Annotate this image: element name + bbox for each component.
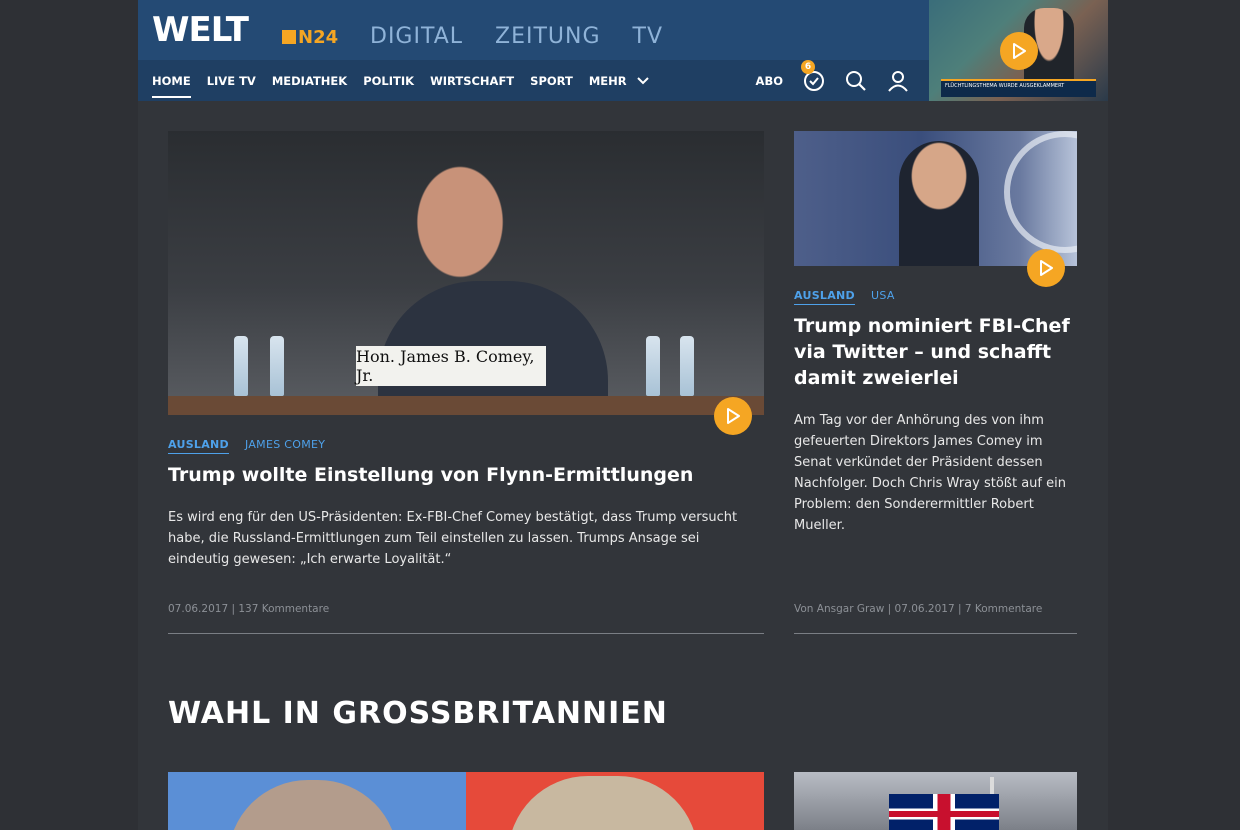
article-headline[interactable]: Trump wollte Einstellung von Flynn-Ermit… [168,462,764,488]
image-table [168,396,764,415]
n24-logo-square [282,30,296,44]
notification-badge: 6 [801,60,815,74]
article-image-may-corbyn[interactable] [168,772,764,830]
nav-live-tv[interactable]: LIVE TV [207,70,256,92]
play-icon [1013,43,1026,59]
article-meta: Von Ansgar Graw | 07.06.2017 | 7 Komment… [794,603,1043,615]
article-divider [794,633,1077,634]
nav-mediathek[interactable]: MEDIATHEK [272,70,347,92]
section-title[interactable]: WAHL IN GROSSBRITANNIEN [168,696,668,731]
n24-logo-text: N24 [298,26,339,48]
live-tv-ticker: FLÜCHTLINGSTHEMA WURDE AUSGEKLAMMERT [941,79,1096,97]
history-button[interactable]: 6 [801,60,825,92]
article-headline[interactable]: Trump nominiert FBI-Chef via Twitter – u… [794,313,1077,391]
article-image-comey[interactable]: Hon. James B. Comey, Jr. [168,131,764,415]
nav-wirtschaft[interactable]: WIRTSCHAFT [430,70,514,92]
image-bottle [680,336,694,396]
chevron-down-icon [636,77,649,85]
article-teaser[interactable]: Es wird eng für den US-Präsidenten: Ex-F… [168,507,764,570]
article-divider [168,633,764,634]
article-teaser[interactable]: Am Tag vor der Anhörung des von ihm gefe… [794,410,1077,536]
article-meta: 07.06.2017 | 137 Kommentare [168,603,330,615]
welt-logo[interactable]: WELT [152,10,249,50]
article-image-wray[interactable] [794,131,1077,266]
n24-logo[interactable]: N24 [282,26,339,48]
sub-brand-tv[interactable]: TV [633,24,664,49]
sub-brand-links: DIGITAL ZEITUNG TV [370,24,663,49]
live-tv-ticker-text: FLÜCHTLINGSTHEMA WURDE AUSGEKLAMMERT [945,83,1065,89]
live-tv-thumbnail[interactable]: FLÜCHTLINGSTHEMA WURDE AUSGEKLAMMERT [929,0,1108,101]
image-bottle [270,336,284,396]
nav-more-label: MEHR [588,74,627,88]
tag-ausland[interactable]: AUSLAND [794,289,855,305]
nav-sport[interactable]: SPORT [530,70,573,92]
nav-politik[interactable]: POLITIK [363,70,414,92]
tag-ausland[interactable]: AUSLAND [168,438,229,454]
tag-usa[interactable]: USA [871,289,895,305]
article-play-button[interactable] [714,397,752,435]
article-image-union-flag[interactable] [794,772,1077,830]
sub-brand-digital[interactable]: DIGITAL [370,24,463,49]
image-bottle [646,336,660,396]
site-header: WELT N24 DIGITAL ZEITUNG TV HOME LIVE TV… [138,0,929,101]
search-icon[interactable] [845,70,867,92]
user-icon[interactable] [887,70,909,92]
brand-bar: WELT N24 DIGITAL ZEITUNG TV [138,0,929,60]
article-tags: AUSLAND JAMES COMEY [168,438,325,454]
nav-more[interactable]: MEHR [589,70,649,92]
article-play-button[interactable] [1027,249,1065,287]
nav-utilities: ABO 6 [756,60,909,101]
play-icon [1040,260,1053,276]
image-seal [1004,131,1077,253]
image-figure [899,141,979,266]
image-figure [228,780,398,830]
main-nav: HOME LIVE TV MEDIATHEK POLITIK WIRTSCHAF… [138,60,929,101]
tag-james-comey[interactable]: JAMES COMEY [245,438,325,454]
sub-brand-zeitung[interactable]: ZEITUNG [495,24,601,49]
play-icon [727,408,740,424]
abo-link[interactable]: ABO [756,74,783,88]
image-flag [889,794,999,830]
image-nameplate: Hon. James B. Comey, Jr. [356,346,546,386]
image-figure [508,776,698,830]
live-tv-play-button[interactable] [1000,32,1038,70]
article-tags: AUSLAND USA [794,289,895,305]
image-bottle [234,336,248,396]
nav-home[interactable]: HOME [152,70,191,98]
